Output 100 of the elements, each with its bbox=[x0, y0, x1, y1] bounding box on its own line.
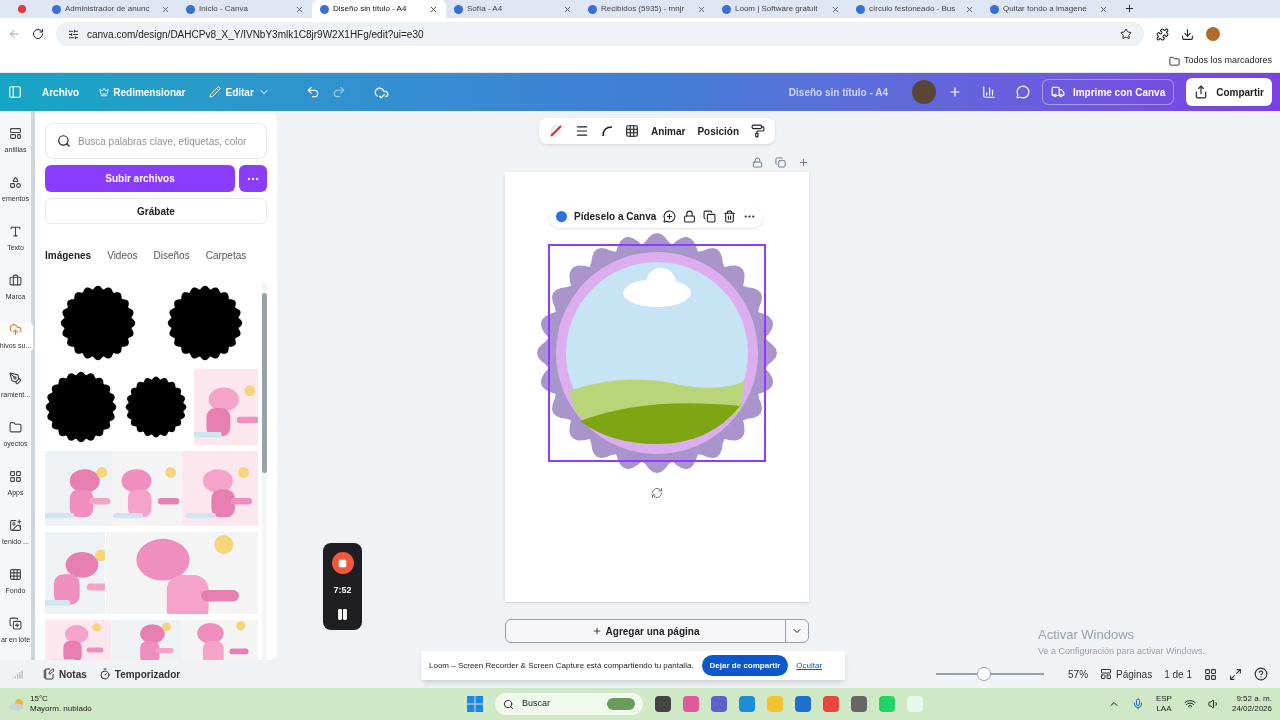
bookmarks-folder[interactable]: Todos los marcadores bbox=[1168, 54, 1272, 68]
close-icon[interactable] bbox=[295, 4, 304, 14]
comment-add-icon[interactable] bbox=[663, 210, 677, 223]
comments-icon[interactable] bbox=[1015, 85, 1030, 99]
corner-rounding-icon[interactable] bbox=[600, 125, 613, 137]
bookmark-star-icon[interactable] bbox=[1120, 28, 1132, 40]
share-button[interactable]: Compartir bbox=[1186, 78, 1272, 106]
stop-recording-button[interactable] bbox=[331, 552, 354, 575]
fullscreen-icon[interactable] bbox=[1229, 667, 1242, 681]
pages-button[interactable]: Páginas bbox=[1100, 666, 1153, 682]
close-icon[interactable] bbox=[1099, 4, 1108, 14]
browser-tab[interactable]: Administrador de anunc bbox=[44, 0, 178, 18]
no-color-icon[interactable] bbox=[548, 124, 563, 138]
close-icon[interactable] bbox=[831, 4, 840, 14]
shapes-icon bbox=[9, 176, 22, 189]
taskbar-search[interactable]: Buscar bbox=[494, 693, 643, 715]
sharing-message: Loom – Screen Recorder & Screen Capture está compartiendo tu pantalla. bbox=[429, 659, 694, 672]
pause-icon[interactable] bbox=[336, 607, 349, 621]
site-favicon bbox=[454, 4, 463, 14]
notes-icon bbox=[43, 668, 55, 680]
search-field[interactable]: Busca palabras clave, etiquetas, color bbox=[45, 123, 267, 159]
taskbar-app-icon[interactable] bbox=[850, 696, 867, 712]
record-button[interactable]: Grábate bbox=[45, 198, 267, 224]
duplicate-icon[interactable] bbox=[703, 210, 717, 223]
sidebar-toggle-icon[interactable] bbox=[8, 85, 22, 99]
zoom-slider[interactable] bbox=[936, 667, 1045, 681]
browser-tab[interactable]: Sofía - A4 bbox=[446, 0, 580, 18]
close-icon[interactable] bbox=[563, 4, 572, 14]
cloud-upload-icon bbox=[9, 323, 22, 336]
ask-canva-label[interactable]: Pídeselo a Canva bbox=[574, 209, 657, 224]
close-icon[interactable] bbox=[965, 4, 974, 14]
windows-start-icon[interactable] bbox=[466, 696, 483, 712]
undo-icon[interactable] bbox=[305, 85, 320, 99]
taskbar-app-icon[interactable] bbox=[710, 696, 727, 712]
scallop-shape-icon[interactable] bbox=[60, 285, 137, 362]
profile-avatar[interactable] bbox=[1206, 27, 1220, 41]
keyboard-language[interactable]: ESP bbox=[1155, 694, 1172, 704]
browser-tab[interactable]: círculo festoneado - Bus bbox=[848, 0, 982, 18]
tab[interactable]: Videos bbox=[107, 248, 138, 263]
tab[interactable]: Diseños bbox=[153, 248, 190, 263]
print-button[interactable]: Imprime con Canva bbox=[1041, 79, 1175, 105]
grid-view-icon[interactable] bbox=[1204, 667, 1217, 681]
clock-date[interactable]: 24/02/2026 bbox=[1231, 704, 1272, 714]
weather-temperature[interactable]: 15°C bbox=[30, 694, 92, 704]
scallop-shape-icon[interactable] bbox=[124, 376, 187, 439]
browser-tab[interactable]: Recibidos (5935) - mnjr bbox=[580, 0, 714, 18]
scalloped-frame-drawing[interactable] bbox=[535, 231, 779, 475]
rotate-handle-icon[interactable] bbox=[651, 487, 663, 499]
insights-icon[interactable] bbox=[981, 85, 996, 99]
hide-link[interactable]: Ocultar bbox=[796, 659, 823, 672]
taskbar-app-icon[interactable] bbox=[654, 696, 671, 712]
download-icon[interactable] bbox=[1181, 27, 1194, 41]
taskbar-app-icon[interactable] bbox=[794, 696, 811, 712]
weather-description[interactable]: Mayorm. nublado bbox=[30, 704, 92, 714]
add-page-icon[interactable] bbox=[798, 157, 809, 168]
keyboard-region[interactable]: LAA bbox=[1156, 704, 1172, 714]
tab[interactable]: Imágenes bbox=[45, 248, 92, 263]
volume-icon[interactable] bbox=[1207, 698, 1220, 710]
browser-tab[interactable]: Diseño sin título - A4 bbox=[312, 0, 446, 18]
lock-icon[interactable] bbox=[683, 210, 697, 223]
tab[interactable]: Carpetas bbox=[205, 248, 247, 263]
animate-button[interactable]: Animar bbox=[650, 123, 686, 139]
close-icon[interactable] bbox=[697, 4, 706, 14]
help-icon[interactable] bbox=[1254, 667, 1268, 681]
site-settings-icon[interactable] bbox=[68, 28, 79, 40]
browser-tab[interactable]: Inicio - Canva bbox=[178, 0, 312, 18]
new-tab-icon[interactable] bbox=[1124, 3, 1135, 14]
search-icon bbox=[502, 698, 514, 710]
selection-box[interactable] bbox=[548, 244, 766, 462]
upload-button[interactable]: Subir archivos bbox=[45, 165, 235, 192]
more-options-button[interactable] bbox=[239, 165, 267, 192]
cloud-saved-icon[interactable] bbox=[373, 84, 389, 100]
clock-time[interactable]: 9:52 a. m. bbox=[1236, 694, 1272, 704]
close-icon[interactable] bbox=[429, 4, 438, 14]
browser-tab[interactable]: Quitar fondo a imagene bbox=[982, 0, 1116, 18]
address-bar[interactable]: canva.com/design/DAHCPv8_X_Y/IVNbY3mlk1C8jr9W2X1HFg/edit?ui=e30 bbox=[56, 22, 1144, 46]
search-icon bbox=[57, 134, 71, 148]
timer-button[interactable]: Temporizador bbox=[98, 666, 181, 682]
zoom-value[interactable]: 57% bbox=[1068, 666, 1089, 682]
scallop-shape-icon[interactable] bbox=[166, 285, 243, 362]
copy-style-icon[interactable] bbox=[751, 124, 766, 138]
share-icon bbox=[1194, 85, 1209, 99]
site-favicon bbox=[990, 4, 999, 14]
plus-icon bbox=[591, 626, 602, 636]
extensions-icon[interactable] bbox=[1156, 27, 1169, 41]
site-favicon bbox=[52, 4, 61, 14]
notes-button[interactable]: Notas bbox=[43, 666, 87, 682]
reload-icon[interactable] bbox=[32, 28, 44, 40]
wifi-icon[interactable] bbox=[1183, 698, 1196, 710]
position-button[interactable]: Posición bbox=[697, 123, 740, 139]
microphone-icon[interactable] bbox=[1131, 698, 1144, 710]
border-weight-icon[interactable] bbox=[574, 124, 589, 138]
delete-icon[interactable] bbox=[723, 210, 737, 223]
add-collaborator-icon[interactable] bbox=[947, 85, 962, 99]
close-icon[interactable] bbox=[161, 4, 170, 14]
browser-tab[interactable]: Loom | Software gratuit bbox=[714, 0, 848, 18]
scrollbar[interactable] bbox=[262, 283, 267, 660]
ai-assistant-icon[interactable] bbox=[556, 211, 567, 222]
stop-sharing-button[interactable]: Dejar de compartir bbox=[701, 655, 789, 676]
site-favicon bbox=[856, 4, 865, 14]
